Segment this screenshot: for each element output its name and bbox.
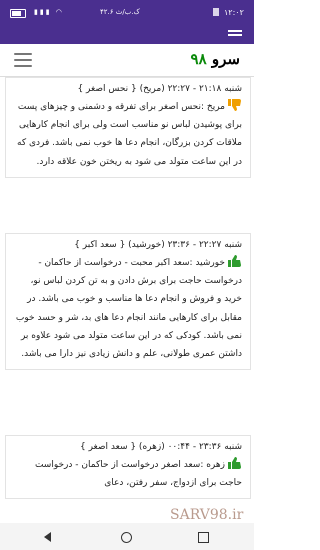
notification-icon xyxy=(213,8,219,16)
hour-entry-card: شنبه ۲۱:۱۸ - ۲۲:۲۷ (مریخ) { نحس اصغر } م… xyxy=(5,77,251,178)
system-nav-bar xyxy=(0,523,254,550)
hour-list[interactable]: شنبه ۲۱:۱۸ - ۲۲:۲۷ (مریخ) { نحس اصغر } م… xyxy=(0,77,254,523)
entry-text: مریخ :نحس اصغر برای تفرقه و دشمنی و چیزه… xyxy=(17,102,242,167)
status-time: ۱۲:۰۲ xyxy=(224,8,244,17)
brand-name: سرو xyxy=(211,50,240,68)
site-logo[interactable]: سرو ۹۸ xyxy=(191,50,240,68)
entry-title: شنبه ۲۳:۳۶ - ۰۰:۴۴ (زهره) { سعد اصغر } xyxy=(79,442,242,452)
hamburger-menu-icon[interactable] xyxy=(14,53,32,67)
hour-entry-card: شنبه ۲۳:۳۶ - ۰۰:۴۴ (زهره) { سعد اصغر } ز… xyxy=(5,435,251,500)
back-icon[interactable] xyxy=(44,532,51,542)
overflow-menu-icon[interactable] xyxy=(228,30,242,40)
recent-apps-icon[interactable] xyxy=(198,532,209,543)
home-icon[interactable] xyxy=(121,532,132,543)
thumbs-up-icon xyxy=(228,255,242,267)
site-header: سرو ۹۸ xyxy=(0,44,254,77)
signal-wifi-icons: ▮▮▮ ◠ xyxy=(34,8,64,16)
entry-body: خورشید :سعد اکبر محبت - درخواست از حاکما… xyxy=(6,252,250,369)
hour-entry-card: شنبه ۲۲:۲۷ - ۲۳:۳۶ (خورشید) { سعد اکبر }… xyxy=(5,233,251,371)
entry-text: خورشید :سعد اکبر محبت - درخواست از حاکما… xyxy=(15,258,242,360)
entry-body: مریخ :نحس اصغر برای تفرقه و دشمنی و چیزه… xyxy=(6,96,250,177)
thumbs-up-icon xyxy=(228,457,242,469)
status-bar: ▮▮▮ ◠ ۴۲.۶ ک.ب/ث ۱۲:۰۲ xyxy=(0,0,254,26)
brand-number: ۹۸ xyxy=(190,50,207,68)
entry-body: زهره :سعد اصغر درخواست از حاکمان - درخوا… xyxy=(6,454,250,498)
watermark: SARV98.ir xyxy=(170,507,244,523)
entry-title: شنبه ۲۱:۱۸ - ۲۲:۲۷ (مریخ) { نحس اصغر } xyxy=(77,84,242,94)
entry-title: شنبه ۲۲:۲۷ - ۲۳:۳۶ (خورشید) { سعد اکبر } xyxy=(74,240,242,250)
thumbs-down-icon xyxy=(228,99,242,111)
app-top-bar xyxy=(0,26,254,44)
battery-icon xyxy=(10,9,26,18)
entry-text: زهره :سعد اصغر درخواست از حاکمان - درخوا… xyxy=(34,460,242,489)
network-speed: ۴۲.۶ ک.ب/ث xyxy=(100,8,140,16)
